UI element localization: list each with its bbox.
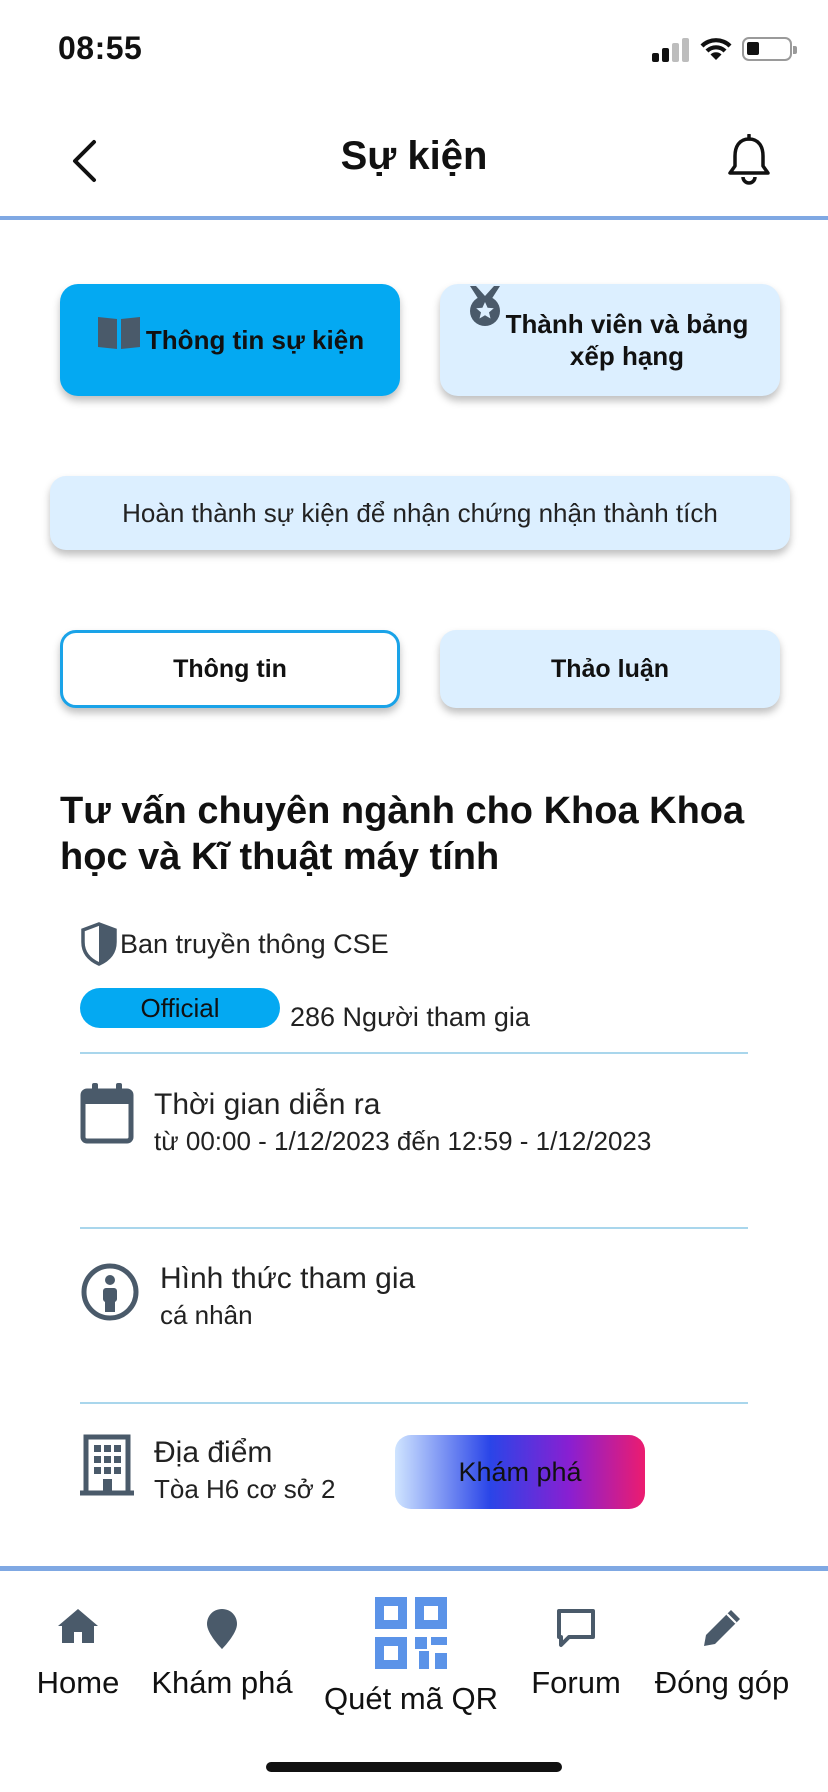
qr-code-icon <box>375 1597 447 1669</box>
explore-location-button[interactable]: Khám phá <box>395 1435 645 1509</box>
map-pin-icon <box>207 1609 237 1649</box>
book-icon <box>97 317 140 349</box>
nav-qr-scan[interactable]: Quét mã QR <box>316 1597 506 1717</box>
pencil-icon <box>704 1610 740 1646</box>
participation-value: cá nhân <box>160 1300 253 1330</box>
time-row: Thời gian diễn ra từ 00:00 - 1/12/2023 đ… <box>80 1082 760 1182</box>
chat-bubble-icon <box>557 1609 595 1647</box>
nav-forum[interactable]: Forum <box>522 1607 630 1701</box>
subtab-discussion[interactable]: Thảo luận <box>440 630 780 708</box>
status-bar: 08:55 <box>0 0 828 100</box>
time-value: từ 00:00 - 1/12/2023 đến 12:59 - 1/12/20… <box>154 1126 652 1156</box>
tab-members-ranking[interactable]: Thành viên và bảng xếp hạng <box>440 284 780 396</box>
bottom-nav: Home Khám phá Quét mã QR Forum Đóng góp <box>0 1566 828 1792</box>
achievement-banner: Hoàn thành sự kiện để nhận chứng nhận th… <box>50 476 790 550</box>
subtab-info[interactable]: Thông tin <box>60 630 400 708</box>
nav-contribute-label: Đóng góp <box>654 1665 790 1700</box>
participation-row: Hình thức tham gia cá nhân <box>80 1258 760 1358</box>
notification-button[interactable] <box>726 133 772 186</box>
cellular-signal-icon <box>652 38 692 62</box>
location-value: Tòa H6 cơ sở 2 <box>154 1474 336 1504</box>
nav-explore[interactable]: Khám phá <box>146 1607 298 1701</box>
tab-event-info[interactable]: Thông tin sự kiện <box>60 284 400 396</box>
official-badge: Official <box>80 988 280 1028</box>
nav-qr-label: Quét mã QR <box>324 1681 498 1716</box>
nav-explore-label: Khám phá <box>151 1665 293 1700</box>
badge-row: Official 286 Người tham gia <box>80 986 530 1032</box>
wifi-icon <box>700 38 732 60</box>
participation-label: Hình thức tham gia <box>160 1262 416 1295</box>
shield-icon <box>81 922 117 966</box>
battery-icon <box>742 37 797 61</box>
status-time: 08:55 <box>58 30 143 66</box>
calendar-icon <box>80 1083 134 1144</box>
tab-event-info-label: Thông tin sự kiện <box>145 325 365 355</box>
organizer-name: Ban truyền thông CSE <box>120 928 389 959</box>
organizer-row: Ban truyền thông CSE <box>80 922 389 966</box>
divider <box>80 1052 748 1054</box>
divider <box>80 1402 748 1404</box>
nav-home[interactable]: Home <box>24 1607 132 1701</box>
home-icon <box>58 1609 98 1643</box>
time-label: Thời gian diễn ra <box>154 1088 381 1121</box>
bell-icon <box>728 133 770 185</box>
location-label: Địa điểm <box>154 1436 273 1469</box>
medal-icon <box>470 286 500 326</box>
page-title: Sự kiện <box>340 134 488 178</box>
nav-home-label: Home <box>36 1665 120 1700</box>
home-indicator[interactable] <box>266 1762 562 1772</box>
divider <box>80 1227 748 1229</box>
nav-forum-label: Forum <box>531 1665 621 1700</box>
building-icon <box>80 1434 134 1496</box>
app-header: Sự kiện <box>0 100 828 220</box>
info-person-icon <box>81 1263 139 1321</box>
participant-count: 286 Người tham gia <box>290 1001 530 1032</box>
nav-contribute[interactable]: Đóng góp <box>646 1607 798 1701</box>
event-title: Tư vấn chuyên ngành cho Khoa Khoa học và… <box>60 790 745 878</box>
